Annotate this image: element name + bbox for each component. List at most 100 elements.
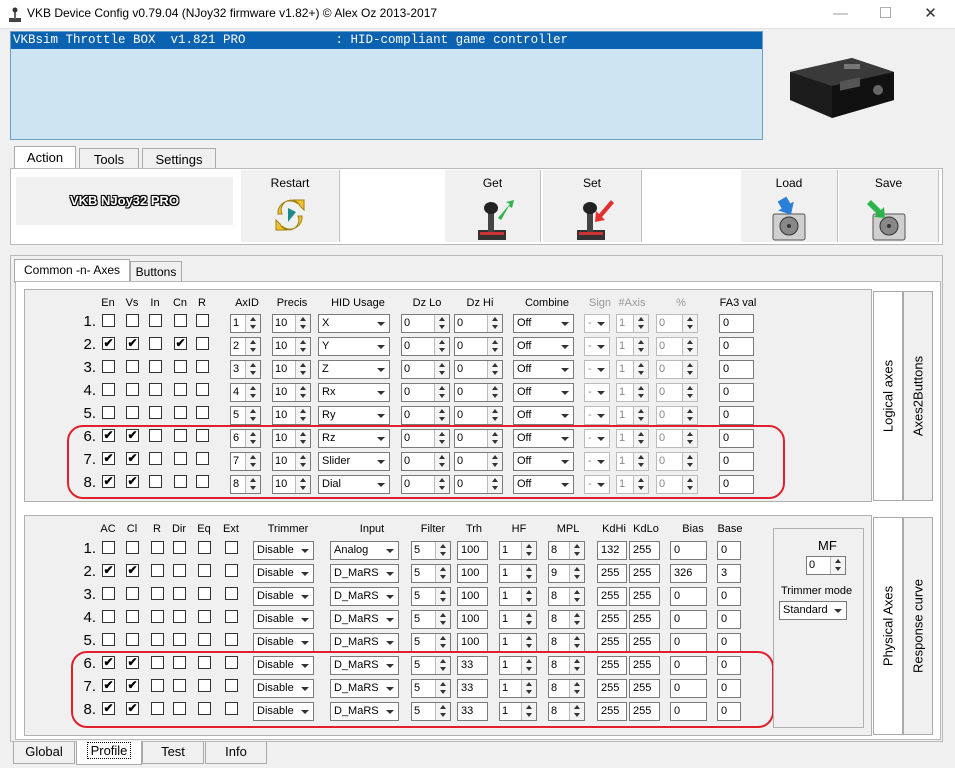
checkbox-dir[interactable] bbox=[173, 633, 186, 646]
checkbox-cl[interactable]: ✔ bbox=[126, 564, 139, 577]
checkbox-en[interactable] bbox=[102, 360, 115, 373]
tab-logical-axes[interactable]: Logical axes bbox=[873, 291, 903, 501]
dz-lo-spinner[interactable]: 0 bbox=[401, 337, 450, 356]
mf-spinner[interactable]: 0 bbox=[806, 556, 846, 575]
checkbox-in[interactable] bbox=[149, 360, 162, 373]
dz-hi-spinner[interactable]: 0 bbox=[454, 360, 503, 379]
checkbox-ac[interactable] bbox=[102, 587, 115, 600]
tab-test[interactable]: Test bbox=[142, 742, 204, 764]
get-button[interactable]: Get bbox=[444, 170, 541, 242]
dz-lo-spinner[interactable]: 0 bbox=[401, 406, 450, 425]
checkbox-en[interactable] bbox=[102, 314, 115, 327]
checkbox-eq[interactable] bbox=[198, 633, 211, 646]
checkbox-cn[interactable] bbox=[174, 383, 187, 396]
trimmer-mode-select[interactable]: Standard bbox=[779, 601, 847, 620]
dz-lo-spinner[interactable]: 0 bbox=[401, 360, 450, 379]
fa3-value-field[interactable]: 0 bbox=[719, 406, 754, 425]
base-field[interactable]: 0 bbox=[717, 541, 741, 560]
fa3-value-field[interactable]: 0 bbox=[719, 337, 754, 356]
set-button[interactable]: Set bbox=[542, 170, 642, 242]
checkbox-r[interactable] bbox=[196, 360, 209, 373]
load-button[interactable]: Load bbox=[740, 170, 838, 242]
threshold-field[interactable]: 100 bbox=[457, 633, 488, 652]
checkbox-eq[interactable] bbox=[198, 564, 211, 577]
kdhi-field[interactable]: 255 bbox=[597, 564, 627, 583]
checkbox-r[interactable] bbox=[151, 564, 164, 577]
trimmer-select[interactable]: Disable bbox=[253, 633, 314, 652]
hid-usage-select[interactable]: Z bbox=[318, 360, 390, 379]
checkbox-eq[interactable] bbox=[198, 610, 211, 623]
checkbox-r[interactable] bbox=[196, 337, 209, 350]
checkbox-cl[interactable] bbox=[126, 587, 139, 600]
checkbox-en[interactable]: ✔ bbox=[102, 337, 115, 350]
trimmer-select[interactable]: Disable bbox=[253, 610, 314, 629]
base-field[interactable]: 3 bbox=[717, 564, 741, 583]
tab-global[interactable]: Global bbox=[13, 742, 75, 764]
combine-select[interactable]: Off bbox=[513, 337, 574, 356]
fa3-value-field[interactable]: 0 bbox=[719, 314, 754, 333]
hid-usage-select[interactable]: Rx bbox=[318, 383, 390, 402]
maximize-button[interactable]: ☐ bbox=[863, 0, 908, 29]
dz-lo-spinner[interactable]: 0 bbox=[401, 314, 450, 333]
input-select[interactable]: D_MaRS bbox=[330, 633, 399, 652]
checkbox-r[interactable] bbox=[196, 406, 209, 419]
checkbox-cn[interactable] bbox=[174, 406, 187, 419]
trimmer-select[interactable]: Disable bbox=[253, 541, 314, 560]
axid-spinner[interactable]: 4 bbox=[230, 383, 261, 402]
precision-spinner[interactable]: 10 bbox=[272, 314, 311, 333]
checkbox-ext[interactable] bbox=[225, 564, 238, 577]
dz-lo-spinner[interactable]: 0 bbox=[401, 383, 450, 402]
checkbox-vs[interactable] bbox=[126, 383, 139, 396]
kdlo-field[interactable]: 255 bbox=[629, 633, 660, 652]
kdlo-field[interactable]: 255 bbox=[629, 587, 660, 606]
checkbox-in[interactable] bbox=[149, 383, 162, 396]
kdhi-field[interactable]: 132 bbox=[597, 541, 627, 560]
device-list[interactable]: VKBsim Throttle BOX v1.821 PRO : HID-com… bbox=[10, 31, 763, 140]
precision-spinner[interactable]: 10 bbox=[272, 383, 311, 402]
kdlo-field[interactable]: 255 bbox=[629, 564, 660, 583]
checkbox-ext[interactable] bbox=[225, 587, 238, 600]
input-select[interactable]: D_MaRS bbox=[330, 564, 399, 583]
tab-action[interactable]: Action bbox=[14, 146, 76, 170]
checkbox-r[interactable] bbox=[151, 541, 164, 554]
checkbox-dir[interactable] bbox=[173, 610, 186, 623]
checkbox-ext[interactable] bbox=[225, 541, 238, 554]
threshold-field[interactable]: 100 bbox=[457, 587, 488, 606]
checkbox-vs[interactable] bbox=[126, 314, 139, 327]
device-list-item[interactable]: VKBsim Throttle BOX v1.821 PRO : HID-com… bbox=[11, 32, 762, 49]
precision-spinner[interactable]: 10 bbox=[272, 360, 311, 379]
checkbox-r[interactable] bbox=[196, 314, 209, 327]
dz-hi-spinner[interactable]: 0 bbox=[454, 383, 503, 402]
checkbox-en[interactable] bbox=[102, 383, 115, 396]
checkbox-r[interactable] bbox=[151, 633, 164, 646]
axid-spinner[interactable]: 2 bbox=[230, 337, 261, 356]
checkbox-in[interactable] bbox=[149, 406, 162, 419]
checkbox-r[interactable] bbox=[196, 383, 209, 396]
fa3-value-field[interactable]: 0 bbox=[719, 360, 754, 379]
mpl-spinner[interactable]: 8 bbox=[548, 541, 585, 560]
checkbox-ac[interactable] bbox=[102, 610, 115, 623]
trimmer-select[interactable]: Disable bbox=[253, 587, 314, 606]
filter-spinner[interactable]: 5 bbox=[411, 633, 451, 652]
combine-select[interactable]: Off bbox=[513, 314, 574, 333]
restart-button[interactable]: Restart bbox=[240, 170, 340, 242]
save-button[interactable]: Save bbox=[838, 170, 939, 242]
mpl-spinner[interactable]: 8 bbox=[548, 610, 585, 629]
checkbox-eq[interactable] bbox=[198, 541, 211, 554]
checkbox-ac[interactable] bbox=[102, 541, 115, 554]
hf-spinner[interactable]: 1 bbox=[499, 610, 537, 629]
checkbox-dir[interactable] bbox=[173, 564, 186, 577]
checkbox-r[interactable] bbox=[151, 587, 164, 600]
axid-spinner[interactable]: 5 bbox=[230, 406, 261, 425]
combine-select[interactable]: Off bbox=[513, 406, 574, 425]
mpl-spinner[interactable]: 9 bbox=[548, 564, 585, 583]
bias-field[interactable]: 0 bbox=[670, 587, 707, 606]
checkbox-dir[interactable] bbox=[173, 541, 186, 554]
hid-usage-select[interactable]: X bbox=[318, 314, 390, 333]
checkbox-vs[interactable] bbox=[126, 360, 139, 373]
checkbox-in[interactable] bbox=[149, 337, 162, 350]
dz-hi-spinner[interactable]: 0 bbox=[454, 337, 503, 356]
base-field[interactable]: 0 bbox=[717, 610, 741, 629]
threshold-field[interactable]: 100 bbox=[457, 610, 488, 629]
checkbox-cl[interactable] bbox=[126, 633, 139, 646]
